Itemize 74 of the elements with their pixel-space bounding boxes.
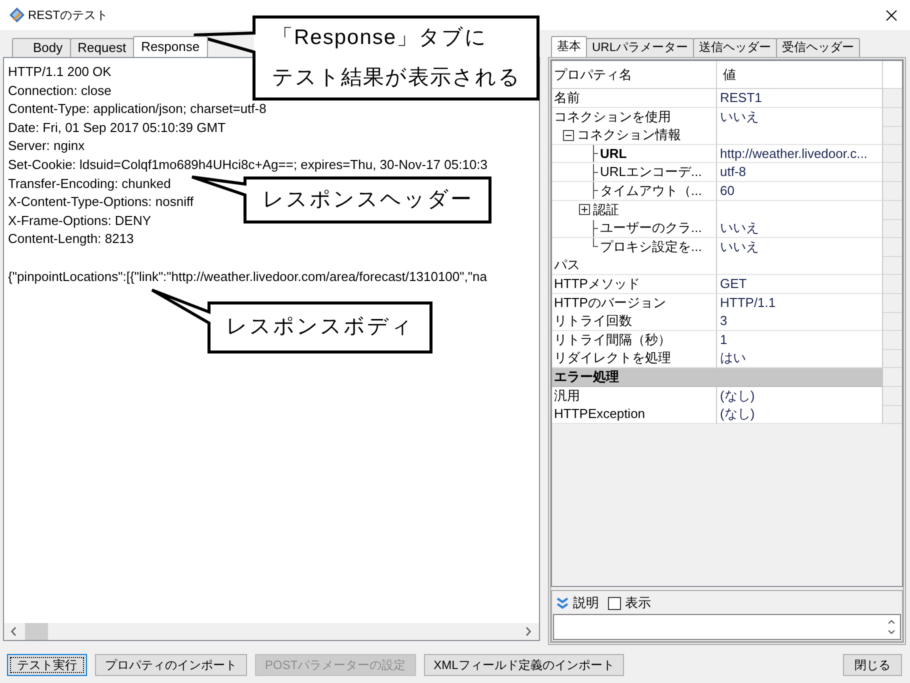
property-value[interactable]: utf-8 xyxy=(717,163,883,182)
tab[interactable]: 基本 xyxy=(551,36,587,57)
header-line: Transfer-Encoding: chunked xyxy=(8,174,171,193)
scroll-down-icon[interactable] xyxy=(888,630,895,634)
import-xml-fields-button[interactable]: XMLフィールド定義のインポート xyxy=(424,654,624,676)
property-name: 汎用 xyxy=(554,386,580,404)
property-value[interactable]: いいえ xyxy=(717,108,883,127)
property-value[interactable]: 3 xyxy=(717,312,883,332)
header-line: Connection: close xyxy=(8,82,112,100)
horizontal-scrollbar[interactable] xyxy=(4,623,539,640)
property-name: タイムアウト（... xyxy=(600,182,702,200)
description-label: 説明 xyxy=(573,594,599,612)
scroll-left-icon[interactable] xyxy=(11,627,16,636)
property-name: ユーザーのクラ... xyxy=(600,219,702,238)
header-line: HTTP/1.1 200 OK xyxy=(8,63,112,81)
scroll-up-icon[interactable] xyxy=(888,620,895,624)
scrollbar-thumb[interactable] xyxy=(25,623,48,640)
close-icon[interactable] xyxy=(886,10,897,20)
header-line: Set-Cookie: ldsuid=Colqf1mo689h4UHci8c+Ag==; expires=Thu, 30-Nov-17 05:10:3 xyxy=(8,156,488,174)
property-name: 認証 xyxy=(593,200,619,219)
plus-box-icon[interactable] xyxy=(579,204,590,216)
callout-text: レスポンスヘッダー xyxy=(262,186,473,213)
scroll-right-icon[interactable] xyxy=(526,627,531,636)
property-value[interactable]: http://weather.livedoor.c... xyxy=(717,144,883,164)
category-header[interactable]: エラー処理 xyxy=(552,368,883,386)
property-value[interactable]: 1 xyxy=(717,330,883,350)
tab[interactable]: 送信ヘッダー xyxy=(693,38,778,57)
property-name: リトライ回数 xyxy=(554,312,632,330)
property-name: URL xyxy=(600,146,627,162)
checkbox[interactable] xyxy=(608,596,621,610)
property-value[interactable]: (なし) xyxy=(717,386,883,406)
description-field[interactable] xyxy=(553,614,901,640)
close-button[interactable]: 閉じる xyxy=(843,654,902,676)
header-line: Content-Length: 8213 xyxy=(8,230,134,248)
property-value[interactable]: 60 xyxy=(717,182,883,201)
header-line: Content-Type: application/json; charset=utf-8 xyxy=(8,100,266,118)
callout-text: レスポンスボディ xyxy=(226,314,414,340)
property-value[interactable]: いいえ xyxy=(717,219,883,238)
property-value[interactable]: (なし) xyxy=(717,405,883,424)
property-name: リダイレクトを処理 xyxy=(554,349,671,368)
double-chevron-down-icon[interactable] xyxy=(556,597,569,609)
callout-text: テスト結果が表示される xyxy=(272,64,521,90)
property-name: コネクションを使用 xyxy=(554,108,671,126)
tab[interactable]: Request xyxy=(70,38,134,57)
property-name: HTTPメソッド xyxy=(554,274,640,293)
app-icon xyxy=(9,7,25,23)
property-value[interactable]: HTTP/1.1 xyxy=(717,294,883,313)
property-name: プロキシ設定を... xyxy=(600,238,702,256)
body-text: {"pinpointLocations":[{"link":"http://weather.livedoor.com/area/forecast/1310100","na xyxy=(8,268,487,286)
run-test-button[interactable]: テスト実行 xyxy=(7,654,87,676)
minus-box-icon[interactable] xyxy=(563,130,574,141)
property-name: HTTPException xyxy=(554,406,646,422)
property-name: URLエンコーデ... xyxy=(600,163,702,182)
property-value[interactable]: いいえ xyxy=(717,238,883,257)
tab[interactable]: Response xyxy=(133,36,208,57)
property-name: HTTPのバージョン xyxy=(554,294,666,312)
property-value[interactable]: GET xyxy=(717,274,883,294)
property-value[interactable]: はい xyxy=(717,349,883,368)
property-name: パス xyxy=(554,256,580,274)
header-line: Date: Fri, 01 Sep 2017 05:10:39 GMT xyxy=(8,118,226,137)
property-name: 名前 xyxy=(554,89,580,107)
window-title: RESTのテスト xyxy=(28,6,108,24)
tab[interactable]: 受信ヘッダー xyxy=(776,38,860,57)
header-line: Server: nginx xyxy=(8,137,85,156)
tab[interactable]: URLパラメーター xyxy=(586,38,694,57)
property-name: リトライ間隔（秒） xyxy=(554,330,671,349)
checkbox-label[interactable]: 表示 xyxy=(625,594,651,612)
property-value[interactable]: REST1 xyxy=(717,89,883,108)
header-line: X-Frame-Options: DENY xyxy=(8,212,152,230)
callout-text: 「Response」タブに xyxy=(272,25,488,52)
import-properties-button[interactable]: プロパティのインポート xyxy=(95,654,247,676)
tab[interactable]: Body xyxy=(12,38,71,57)
property-name: コネクション情報 xyxy=(577,126,681,144)
header-line: X-Content-Type-Options: nosniff xyxy=(8,193,194,212)
